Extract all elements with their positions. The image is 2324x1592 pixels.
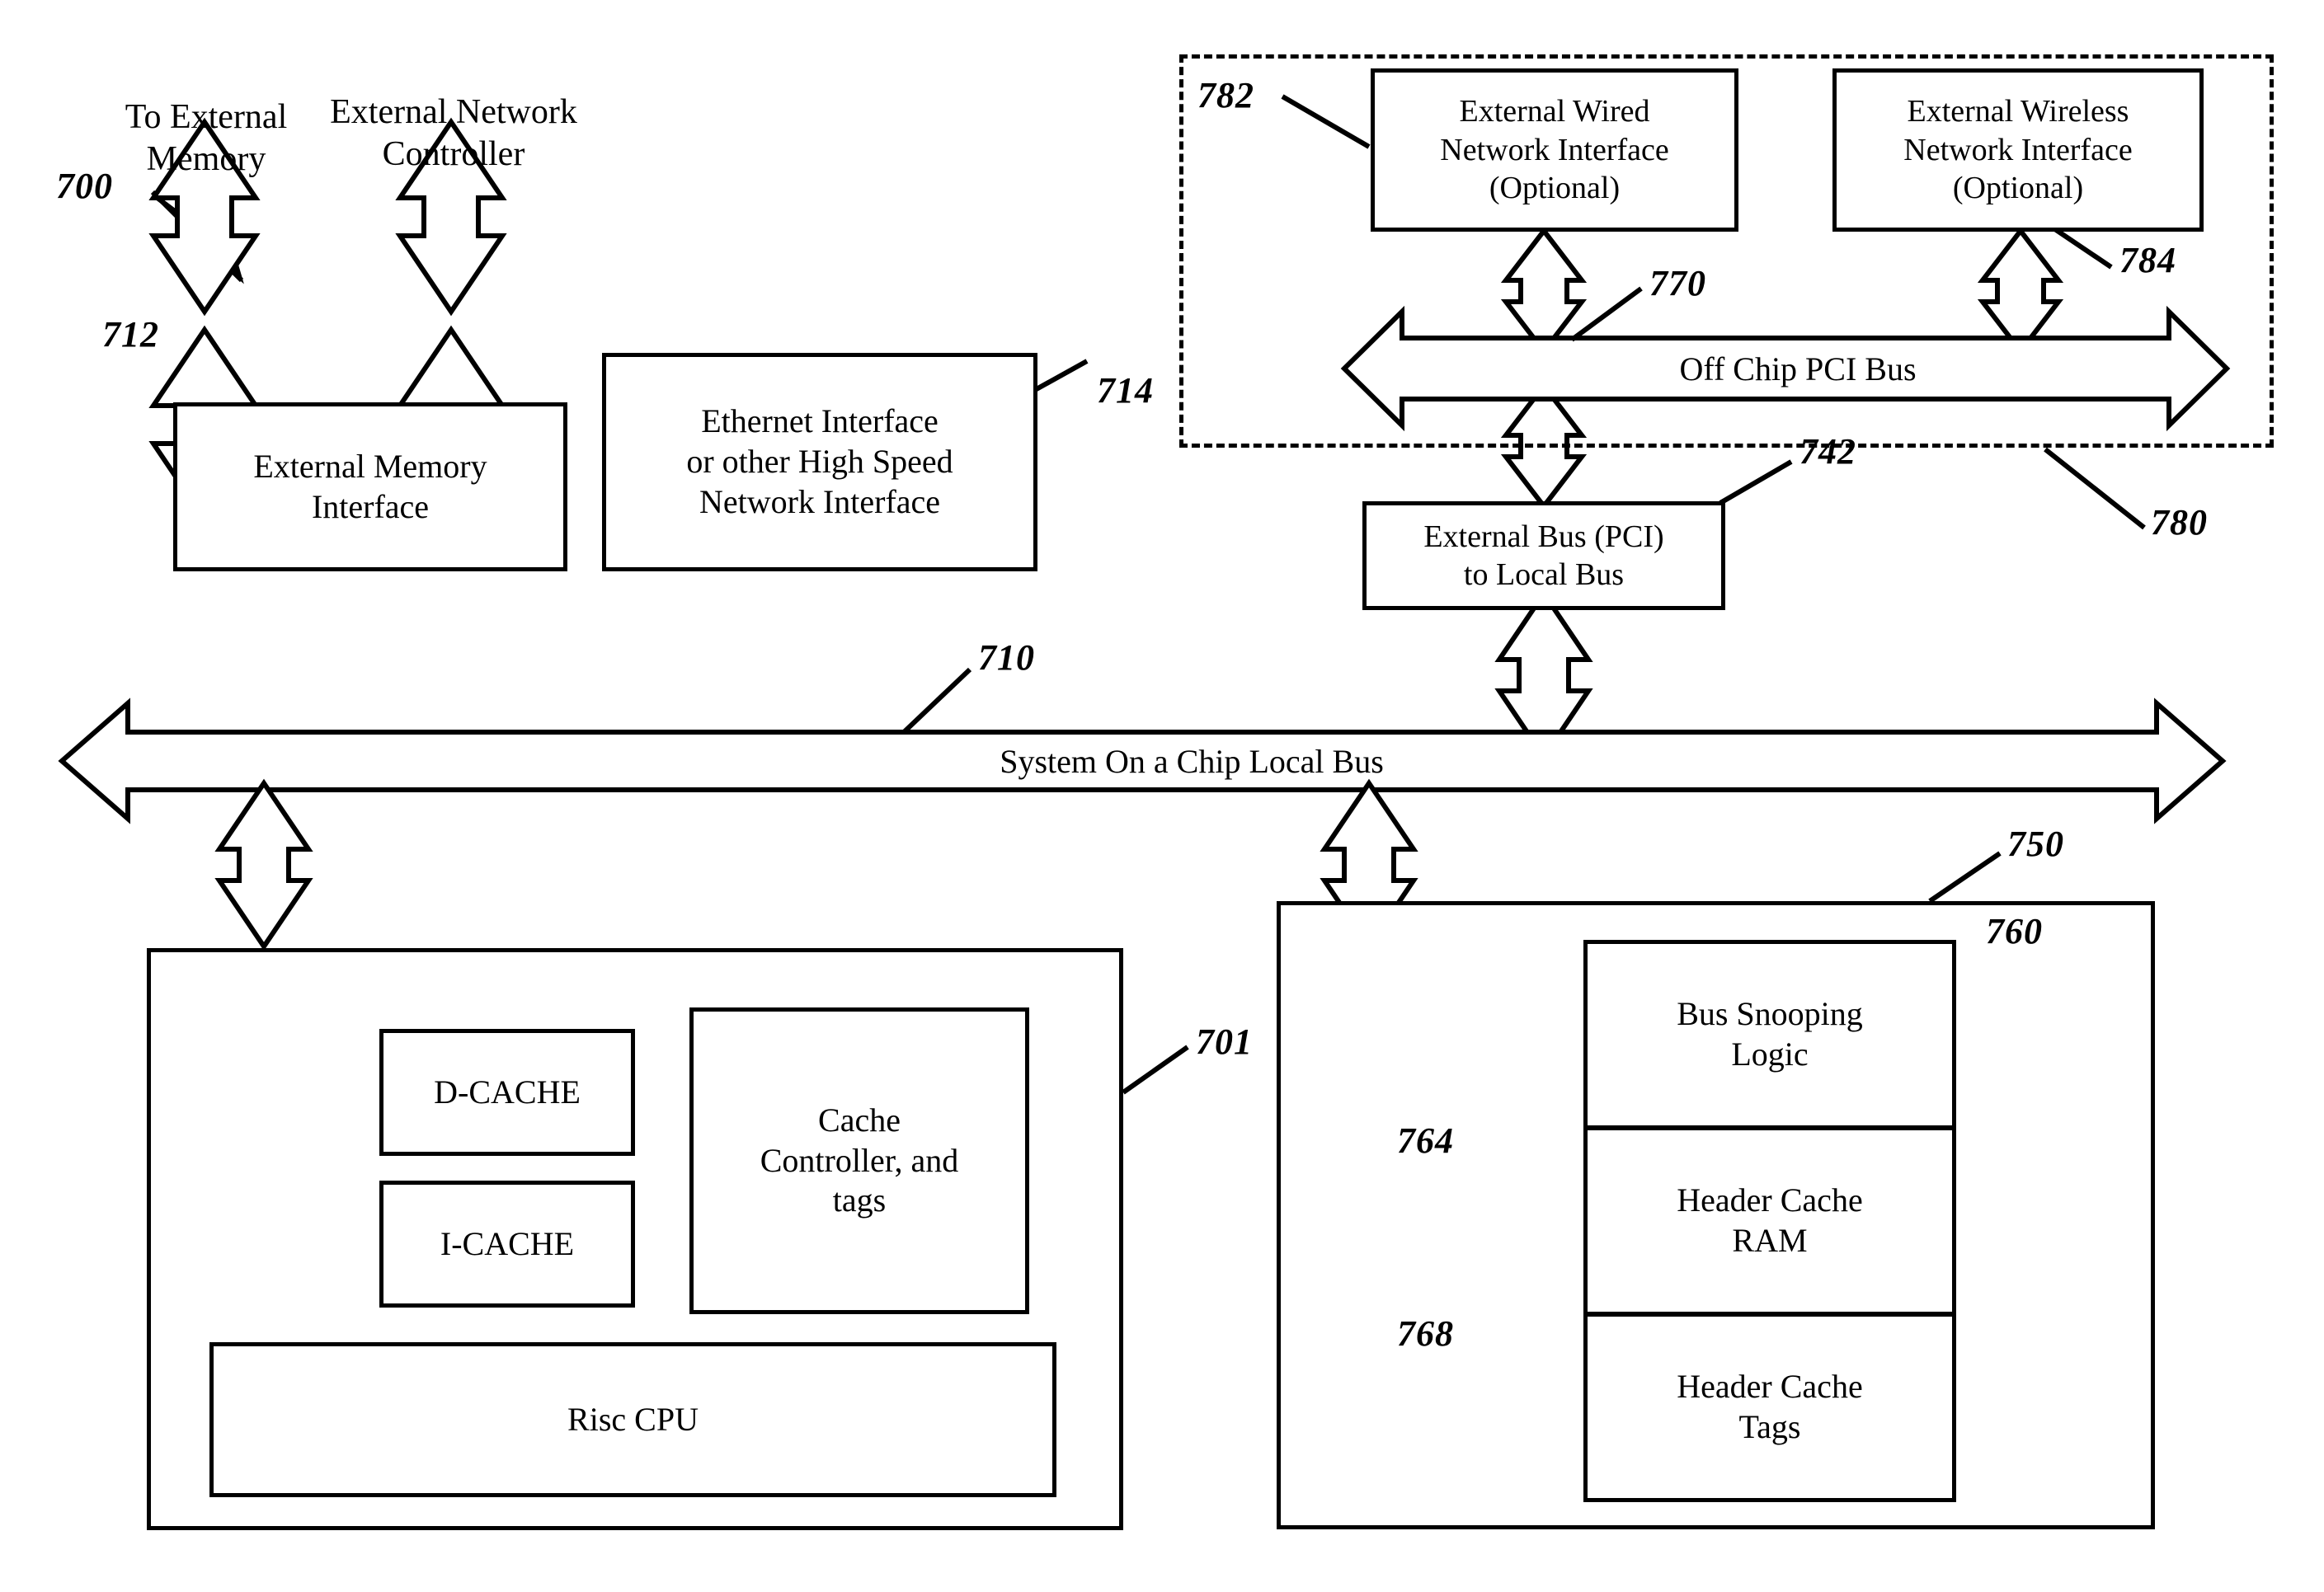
box-external-bus-to-local-bus[interactable]: External Bus (PCI) to Local Bus — [1362, 501, 1725, 610]
cache-controller-line2: Controller, and — [760, 1141, 959, 1179]
box-external-bus-to-local-bus-label: External Bus (PCI) to Local Bus — [1367, 505, 1721, 606]
box-i-cache-label: I-CACHE — [383, 1185, 631, 1303]
box-external-wired-network-interface[interactable]: External Wired Network Interface (Option… — [1371, 68, 1738, 232]
soc-local-bus-text: System On a Chip Local Bus — [1000, 742, 1384, 780]
d-cache-text: D-CACHE — [434, 1073, 581, 1111]
box-external-memory-interface-label: External Memory Interface — [177, 406, 563, 567]
ref-768: 768 — [1397, 1313, 1454, 1354]
ref-742: 742 — [1799, 431, 1856, 472]
box-external-memory-interface[interactable]: External Memory Interface — [173, 402, 567, 571]
ref-700: 700 — [56, 166, 113, 206]
ethernet-interface-line3: Network Interface — [699, 482, 941, 520]
ref-764: 764 — [1397, 1120, 1454, 1161]
bus-snooping-logic-line2: Logic — [1731, 1036, 1809, 1073]
external-wired-nic-line2: Network Interface — [1440, 132, 1669, 167]
leader-780 — [2044, 447, 2146, 530]
external-wireless-nic-line1: External Wireless — [1907, 94, 2129, 129]
external-bus-to-local-bus-line2: to Local Bus — [1463, 557, 1625, 592]
ethernet-interface-line1: Ethernet Interface — [701, 402, 939, 440]
box-d-cache[interactable]: D-CACHE — [379, 1029, 635, 1156]
label-to-external-memory-line2: Memory — [146, 140, 266, 178]
leader-742 — [1719, 459, 1793, 505]
box-external-wireless-network-interface[interactable]: External Wireless Network Interface (Opt… — [1832, 68, 2204, 232]
box-header-cache-ram-label: Header Cache RAM — [1588, 1130, 1952, 1312]
label-to-external-memory-line1: To External — [125, 97, 288, 136]
box-header-cache-ram[interactable]: Header Cache RAM — [1583, 1126, 1956, 1316]
box-bus-snooping-logic[interactable]: Bus Snooping Logic — [1583, 940, 1956, 1129]
box-external-wired-network-interface-label: External Wired Network Interface (Option… — [1375, 73, 1734, 228]
leader-710 — [901, 667, 972, 735]
ref-714: 714 — [1097, 370, 1154, 411]
ref-784: 784 — [2119, 240, 2176, 280]
box-cache-controller-label: Cache Controller, and tags — [694, 1012, 1025, 1310]
ref-782: 782 — [1197, 75, 1254, 115]
box-header-cache-tags-label: Header Cache Tags — [1588, 1317, 1952, 1498]
external-memory-interface-line1: External Memory — [253, 447, 487, 485]
header-cache-ram-line1: Header Cache — [1677, 1181, 1863, 1219]
box-bus-snooping-logic-label: Bus Snooping Logic — [1588, 944, 1952, 1125]
box-risc-cpu-label: Risc CPU — [214, 1346, 1052, 1493]
label-external-network-controller: External Network Controller — [305, 92, 602, 173]
ref-770: 770 — [1649, 263, 1706, 303]
ref-780: 780 — [2151, 502, 2208, 542]
label-to-external-memory: To External Memory — [91, 97, 322, 178]
arrow-bridge-to-soc-bus — [1494, 589, 1593, 762]
header-cache-tags-line2: Tags — [1738, 1408, 1801, 1445]
leader-750 — [1928, 851, 2002, 904]
leader-712 — [153, 194, 197, 229]
header-cache-ram-line2: RAM — [1732, 1222, 1808, 1259]
external-wireless-nic-line3: (Optional) — [1952, 171, 2084, 206]
ref-710: 710 — [978, 637, 1035, 678]
external-memory-interface-line2: Interface — [311, 487, 430, 525]
ref-750: 750 — [2007, 824, 2064, 864]
i-cache-text: I-CACHE — [440, 1224, 575, 1262]
cache-controller-line3: tags — [832, 1181, 887, 1219]
ref-712: 712 — [102, 314, 159, 355]
label-external-network-controller-line1: External Network — [330, 92, 577, 131]
figure-canvas: To External Memory External Network Cont… — [0, 0, 2324, 1592]
box-d-cache-label: D-CACHE — [383, 1033, 631, 1152]
box-cache-controller[interactable]: Cache Controller, and tags — [689, 1007, 1029, 1314]
label-soc-local-bus: System On a Chip Local Bus — [944, 739, 1439, 785]
label-off-chip-pci-bus: Off Chip PCI Bus — [1542, 346, 2053, 392]
external-wired-nic-line3: (Optional) — [1489, 171, 1621, 206]
external-wired-nic-line1: External Wired — [1459, 94, 1650, 129]
box-external-wireless-network-interface-label: External Wireless Network Interface (Opt… — [1837, 73, 2199, 228]
external-wireless-nic-line2: Network Interface — [1903, 132, 2133, 167]
box-risc-cpu[interactable]: Risc CPU — [209, 1342, 1056, 1497]
cache-controller-line1: Cache — [818, 1101, 901, 1139]
leader-701 — [1122, 1045, 1189, 1095]
off-chip-pci-bus-text: Off Chip PCI Bus — [1679, 350, 1917, 387]
box-i-cache[interactable]: I-CACHE — [379, 1181, 635, 1308]
header-cache-tags-line1: Header Cache — [1677, 1368, 1863, 1406]
bus-snooping-logic-line1: Bus Snooping — [1677, 995, 1863, 1033]
box-ethernet-interface-label: Ethernet Interface or other High Speed N… — [606, 357, 1033, 567]
ref-701: 701 — [1196, 1021, 1253, 1062]
ethernet-interface-line2: or other High Speed — [686, 443, 953, 481]
leader-700 — [150, 190, 244, 284]
ref-760: 760 — [1986, 911, 2043, 951]
box-header-cache-tags[interactable]: Header Cache Tags — [1583, 1313, 1956, 1502]
arrow-soc-bus-to-cpu — [214, 778, 313, 951]
external-bus-to-local-bus-line1: External Bus (PCI) — [1423, 519, 1664, 554]
risc-cpu-text: Risc CPU — [567, 1400, 699, 1438]
label-external-network-controller-line2: Controller — [382, 135, 525, 173]
box-ethernet-interface[interactable]: Ethernet Interface or other High Speed N… — [602, 353, 1037, 571]
